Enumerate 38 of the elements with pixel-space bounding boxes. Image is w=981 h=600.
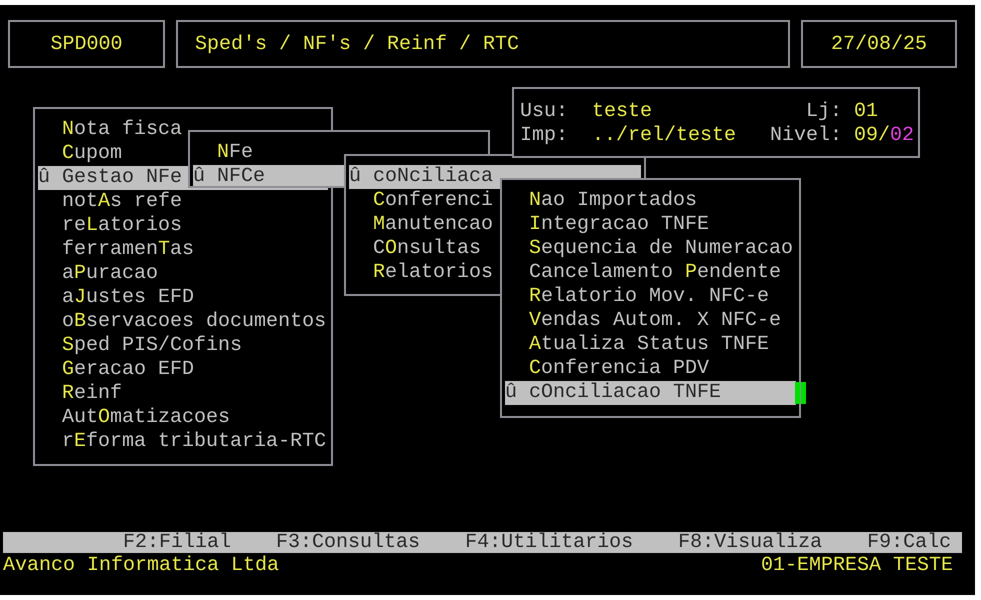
printer-label: Imp:: [520, 124, 570, 148]
printer-path: ../rel/teste: [592, 124, 738, 148]
menu-item[interactable]: Cancelamento Pendente: [505, 261, 796, 285]
menu-item[interactable]: aPuracao: [38, 262, 328, 286]
user-name: teste: [592, 100, 654, 124]
function-key[interactable]: F8:Visualiza: [678, 532, 822, 553]
menu-item[interactable]: Sped PIS/Cofins: [38, 334, 328, 358]
program-code: SPD000: [8, 20, 165, 68]
function-key[interactable]: F2:Filial: [123, 532, 232, 553]
menu-item[interactable]: Relatorio Mov. NFC-e: [505, 285, 796, 309]
menu-item[interactable]: Conferencia PDV: [505, 357, 796, 381]
store-label: Lj:: [806, 100, 842, 124]
function-key[interactable]: F3:Consultas: [276, 532, 420, 553]
menu-item[interactable]: notAs refe: [38, 190, 328, 214]
menu-item[interactable]: û cOnciliacao TNFE: [505, 381, 796, 405]
function-key[interactable]: F4:Utilitarios: [465, 532, 634, 553]
level-label: Nivel:: [770, 124, 842, 148]
branch-name: 01-EMPRESA TESTE: [760, 553, 953, 579]
menu-item[interactable]: Sequencia de Numeracao: [505, 237, 796, 261]
store-code: 01: [854, 100, 880, 124]
menu-item[interactable]: ferramenTas: [38, 238, 328, 262]
function-key[interactable]: F9:Calc: [867, 532, 952, 553]
menu-item[interactable]: Geracao EFD: [38, 358, 328, 382]
company-name: Avanco Informatica Ltda: [3, 553, 280, 579]
menu-item[interactable]: Atualiza Status TNFE: [505, 333, 796, 357]
menu-item[interactable]: AutOmatizacoes: [38, 406, 328, 430]
date-display: 27/08/25: [801, 20, 957, 68]
menu-item[interactable]: reLatorios: [38, 214, 328, 238]
user-label: Usu:: [520, 100, 570, 124]
menu-item[interactable]: Nao Importados: [505, 189, 796, 213]
access-level: 09/02: [854, 124, 914, 148]
menu-item[interactable]: oBservacoes documentos: [38, 310, 328, 334]
menu-item[interactable]: Vendas Autom. X NFC-e: [505, 309, 796, 333]
menu-item[interactable]: Integracao TNFE: [505, 213, 796, 237]
menu-item[interactable]: rEforma tributaria-RTC: [38, 430, 328, 454]
screen-title: Sped's / NF's / Reinf / RTC: [176, 20, 790, 68]
menu-item[interactable]: aJustes EFD: [38, 286, 328, 310]
menu-item[interactable]: Reinf: [38, 382, 328, 406]
